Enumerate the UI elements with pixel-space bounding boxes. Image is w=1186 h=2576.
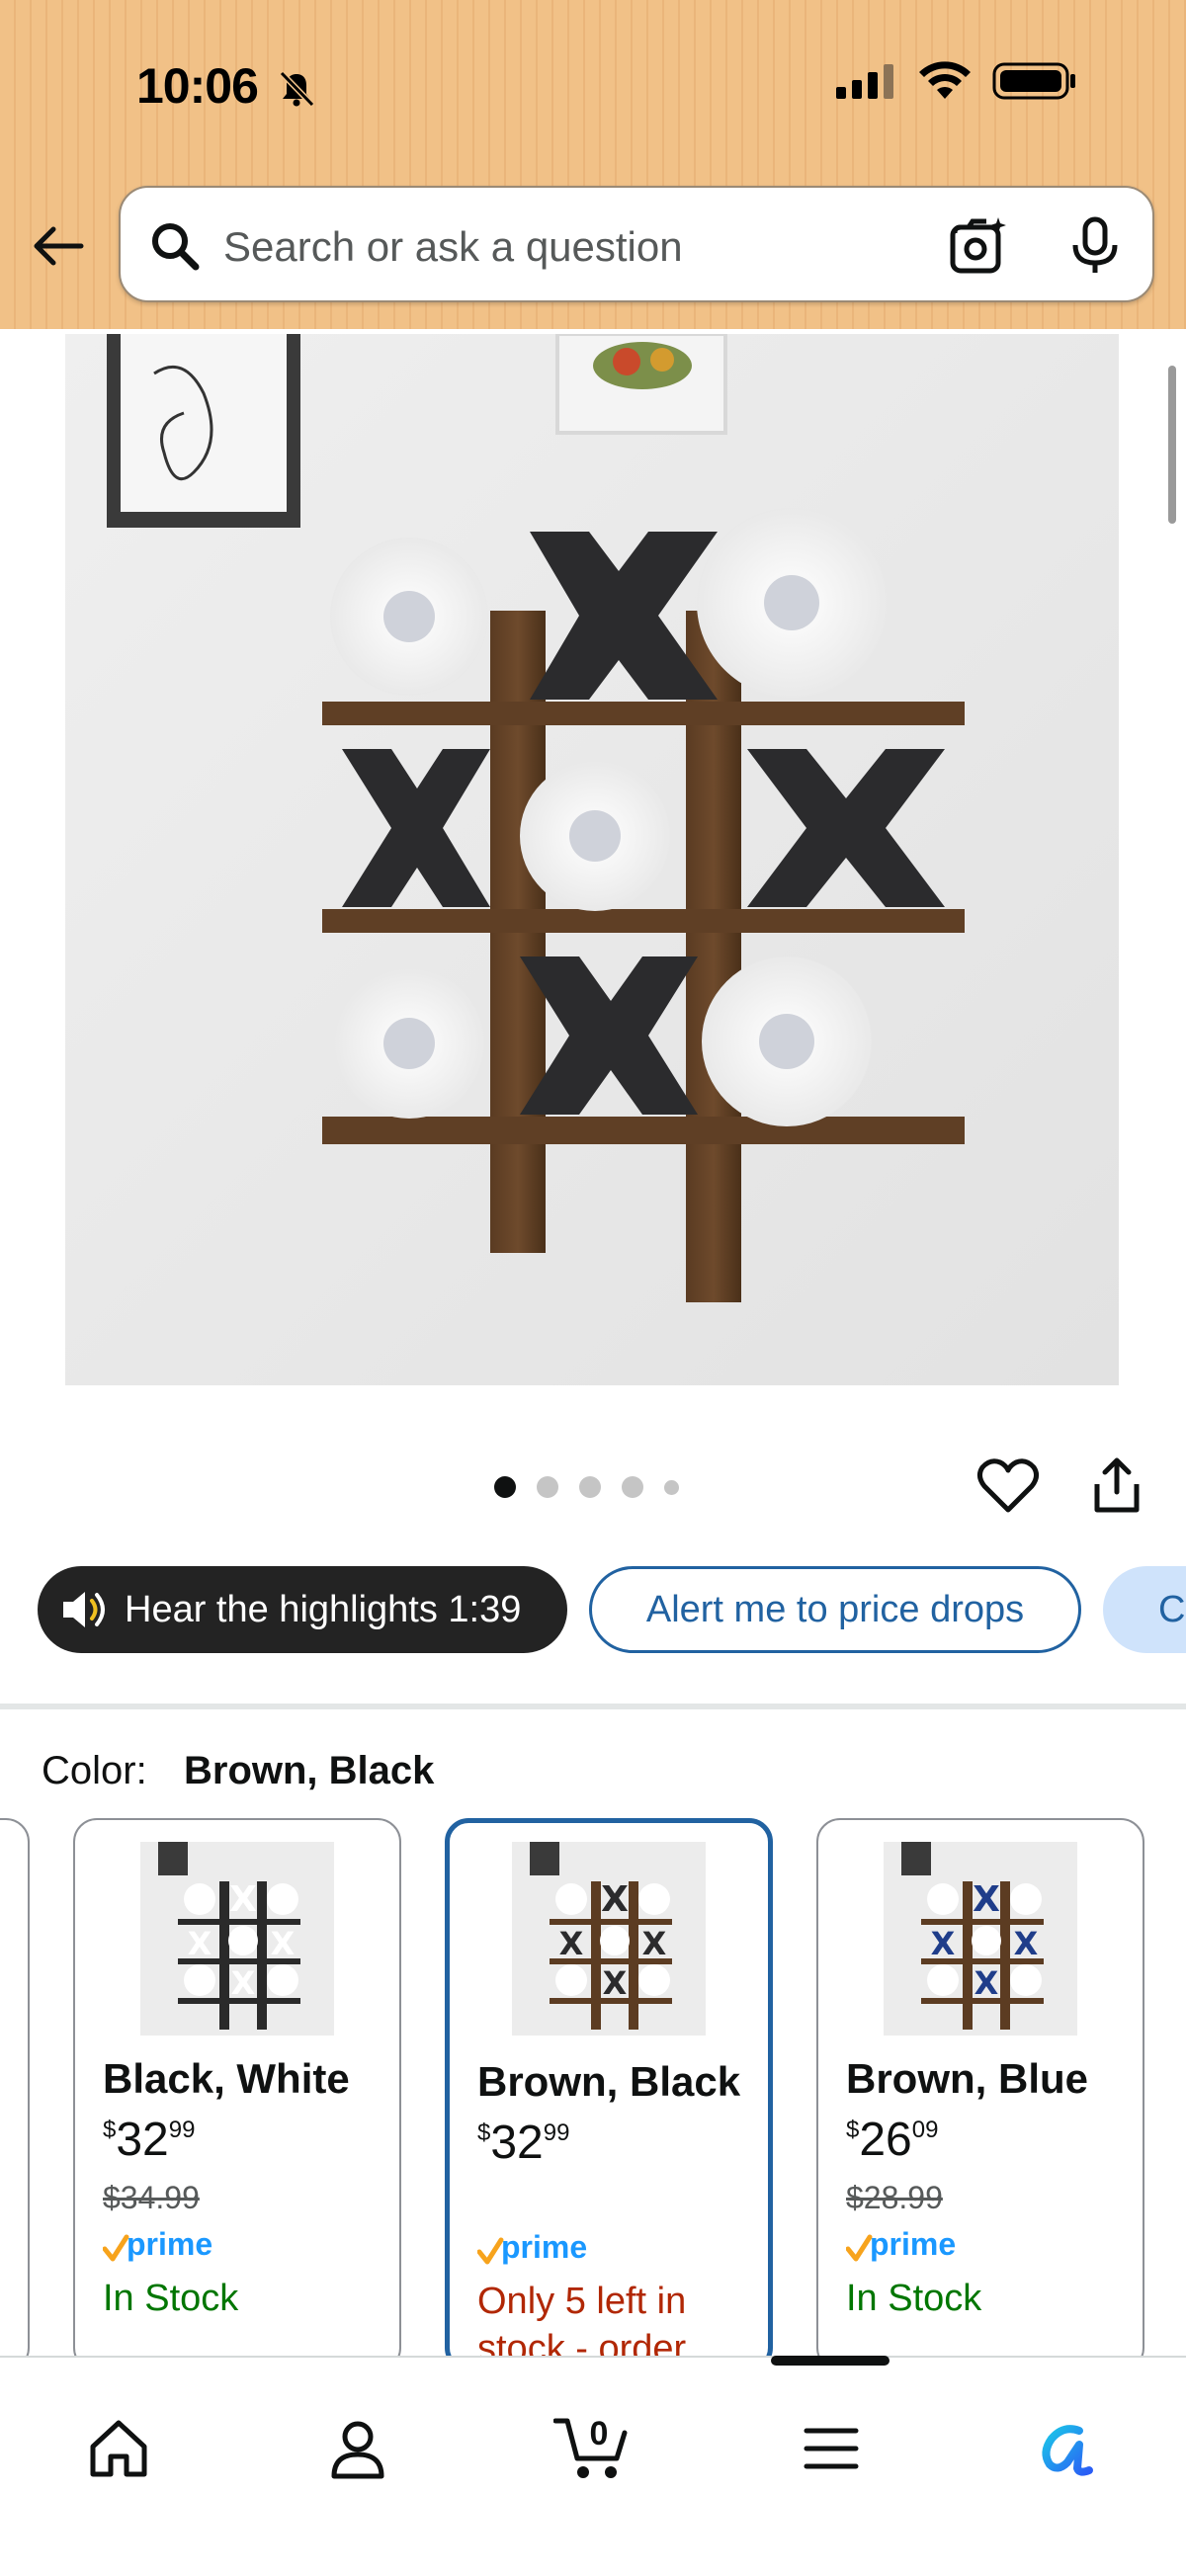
bell-muted-icon [279, 70, 315, 108]
swatch-name: Brown, Black [477, 2058, 741, 2105]
toilet-roll [702, 956, 872, 1126]
cart-count: 0 [590, 2415, 609, 2452]
price-alert-label: Alert me to price drops [645, 1588, 1025, 1630]
swatch-stock-status: In Stock [103, 2278, 239, 2319]
swatch-name: Black, White [103, 2055, 350, 2102]
toilet-roll [334, 968, 484, 1119]
product-photo [65, 334, 1119, 1385]
color-selected-value: Brown, Black [184, 1749, 435, 1792]
swatch-card-brown-black[interactable]: X XX X Brown, Black $3299 prime Only 5 l… [445, 1818, 773, 2371]
search-placeholder: Search or ask a question [223, 223, 683, 270]
swatch-card-partial[interactable] [0, 1818, 30, 2371]
swatch-price: $3299 [477, 2117, 570, 2169]
search-icon [152, 223, 200, 271]
svg-text:X: X [601, 1879, 629, 1920]
svg-text:X: X [231, 1964, 256, 2002]
cellular-signal-icon [836, 64, 893, 99]
app-screen: 10:06 Search or ask a question Hear the … [0, 0, 1186, 2576]
toilet-roll [330, 538, 488, 696]
hear-highlights-button[interactable]: Hear the highlights 1:39 [38, 1566, 567, 1653]
svg-text:prime: prime [501, 2230, 587, 2265]
svg-text:X: X [188, 1925, 212, 1962]
prime-badge-icon: prime [477, 2230, 587, 2265]
rufus-assistant-icon[interactable] [1034, 2417, 1097, 2480]
pagination-dot[interactable] [494, 1476, 516, 1498]
swatch-price: $2609 [846, 2114, 939, 2166]
prime-badge-icon: prime [846, 2227, 956, 2262]
pagination-dot[interactable] [537, 1476, 558, 1498]
status-time: 10:06 [136, 58, 259, 114]
home-icon[interactable] [87, 2417, 150, 2480]
pagination-dot[interactable] [664, 1479, 679, 1495]
camera-lens-icon[interactable] [947, 215, 1008, 277]
speaker-icon [63, 1592, 105, 1627]
svg-text:X: X [642, 1925, 667, 1962]
svg-text:X: X [603, 1964, 628, 2002]
scrollbar-thumb[interactable] [1168, 366, 1176, 524]
compare-chip-button[interactable]: Co [1103, 1566, 1186, 1653]
price-alert-button[interactable]: Alert me to price drops [589, 1566, 1081, 1653]
menu-icon[interactable] [801, 2417, 862, 2480]
heart-icon[interactable] [976, 1456, 1040, 1516]
swatch-list-price: $34.99 [103, 2180, 200, 2215]
product-main-image[interactable] [65, 334, 1119, 1385]
swatch-card-brown-blue[interactable]: X XX X Brown, Blue $2609 $28.99 prime In… [816, 1818, 1144, 2371]
swatch-thumbnail: X XX X [512, 1842, 706, 2036]
toilet-roll [520, 761, 670, 911]
swatch-name: Brown, Blue [846, 2055, 1089, 2102]
header-bar: 10:06 Search or ask a question [0, 0, 1186, 329]
swatch-thumbnail: X XX X [140, 1842, 334, 2036]
color-label: Color: [42, 1749, 147, 1792]
swatch-card-black-white[interactable]: X XX X Black, White $3299 $34.99 prime I… [73, 1818, 401, 2371]
compare-chip-label: Co [1158, 1588, 1186, 1630]
section-divider [0, 1703, 1186, 1709]
home-indicator [771, 2356, 890, 2366]
svg-text:X: X [559, 1925, 584, 1962]
battery-icon [992, 62, 1075, 100]
swatch-price: $3299 [103, 2114, 196, 2166]
svg-text:X: X [974, 1964, 999, 2002]
svg-text:prime: prime [127, 2227, 212, 2262]
svg-text:X: X [271, 1925, 296, 1962]
wifi-icon [919, 61, 971, 99]
toilet-roll [697, 508, 887, 698]
image-pagination[interactable] [494, 1476, 679, 1498]
prime-badge-icon: prime [103, 2227, 212, 2262]
back-arrow-icon[interactable] [30, 217, 87, 275]
svg-text:X: X [229, 1879, 257, 1920]
search-input[interactable]: Search or ask a question [119, 186, 1154, 302]
pagination-dot[interactable] [622, 1476, 643, 1498]
hear-highlights-label: Hear the highlights 1:39 [125, 1588, 522, 1630]
swatch-list-price: $28.99 [846, 2180, 943, 2215]
bottom-navigation-bar: 0 [0, 2356, 1186, 2576]
account-icon[interactable] [326, 2417, 389, 2480]
pagination-dot[interactable] [579, 1476, 601, 1498]
cart-icon[interactable]: 0 [553, 2407, 633, 2482]
microphone-icon[interactable] [1067, 215, 1123, 277]
svg-text:X: X [931, 1925, 956, 1962]
status-icons [836, 61, 1077, 101]
svg-text:prime: prime [870, 2227, 956, 2262]
swatch-stock-status: In Stock [846, 2278, 982, 2319]
svg-text:X: X [1014, 1925, 1039, 1962]
swatch-thumbnail: X XX X [884, 1842, 1077, 2036]
svg-text:X: X [973, 1879, 1000, 1920]
color-swatch-carousel[interactable]: X XX X Black, White $3299 $34.99 prime I… [0, 1818, 1186, 2371]
share-icon[interactable] [1089, 1456, 1144, 1516]
